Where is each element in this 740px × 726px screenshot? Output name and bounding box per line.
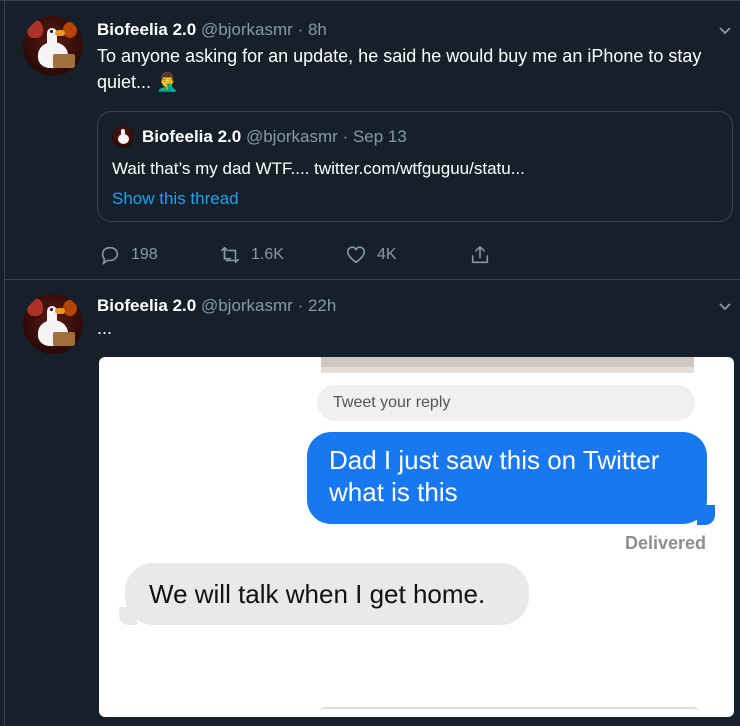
tweet-header: Biofeelia 2.0 @bjorkasmr · 8h	[97, 20, 327, 40]
quoted-header: Biofeelia 2.0 @bjorkasmr · Sep 13	[142, 127, 407, 147]
retweet-icon	[220, 246, 240, 264]
tweet-text-line: To anyone asking for an update, he said …	[97, 46, 702, 66]
tweet[interactable]: Biofeelia 2.0 @bjorkasmr · 8h To anyone …	[5, 0, 740, 280]
quoted-author-handle: @bjorkasmr	[245, 127, 338, 146]
share-button[interactable]	[469, 244, 501, 266]
sent-message-bubble: Dad I just saw this on Twitter what is t…	[307, 432, 707, 524]
tweet[interactable]: Biofeelia 2.0 @bjorkasmr · 22h ... Tweet…	[5, 280, 740, 726]
author-name[interactable]: Biofeelia 2.0	[97, 20, 196, 39]
reply-count: 198	[131, 246, 158, 263]
quoted-author-name: Biofeelia 2.0	[142, 127, 242, 146]
like-count: 4K	[377, 246, 397, 263]
show-thread-link[interactable]: Show this thread	[112, 186, 239, 212]
received-message-bubble: We will talk when I get home.	[125, 563, 529, 625]
quoted-tweet[interactable]: Biofeelia 2.0 @bjorkasmr · Sep 13 Wait t…	[97, 111, 733, 222]
tweet-text: To anyone asking for an update, he said …	[97, 43, 701, 95]
tweet-media-image[interactable]: Tweet your reply Dad I just saw this on …	[99, 357, 734, 717]
photo-fragment	[321, 367, 694, 373]
reply-icon	[101, 246, 119, 266]
author-handle[interactable]: @bjorkasmr	[201, 296, 293, 315]
tweet-timestamp[interactable]: · 8h	[298, 20, 327, 39]
retweet-count: 1.6K	[251, 246, 284, 263]
heart-icon	[346, 246, 366, 264]
avatar[interactable]	[23, 294, 83, 354]
author-name[interactable]: Biofeelia 2.0	[97, 296, 196, 315]
author-handle[interactable]: @bjorkasmr	[201, 20, 293, 39]
tweet-text: ...	[97, 318, 113, 338]
tweet-text-line: quiet... 🤦‍♂️	[97, 72, 179, 92]
chevron-down-icon[interactable]	[718, 300, 732, 314]
chevron-down-icon[interactable]	[718, 24, 732, 38]
quoted-text: Wait that’s my dad WTF.... twitter.com/w…	[112, 159, 525, 178]
quoted-timestamp: · Sep 13	[342, 127, 407, 146]
tweet-timestamp[interactable]: · 22h	[298, 296, 337, 315]
input-bar-edge	[319, 707, 699, 717]
reply-button[interactable]: 198	[99, 244, 158, 266]
tweet-header: Biofeelia 2.0 @bjorkasmr · 22h	[97, 296, 336, 316]
retweet-button[interactable]: 1.6K	[219, 244, 284, 266]
avatar[interactable]	[23, 16, 83, 76]
like-button[interactable]: 4K	[345, 244, 397, 266]
quoted-avatar	[112, 126, 134, 148]
reply-field-screenshot: Tweet your reply	[317, 385, 695, 421]
share-icon	[471, 245, 489, 264]
delivered-status: Delivered	[624, 533, 706, 553]
